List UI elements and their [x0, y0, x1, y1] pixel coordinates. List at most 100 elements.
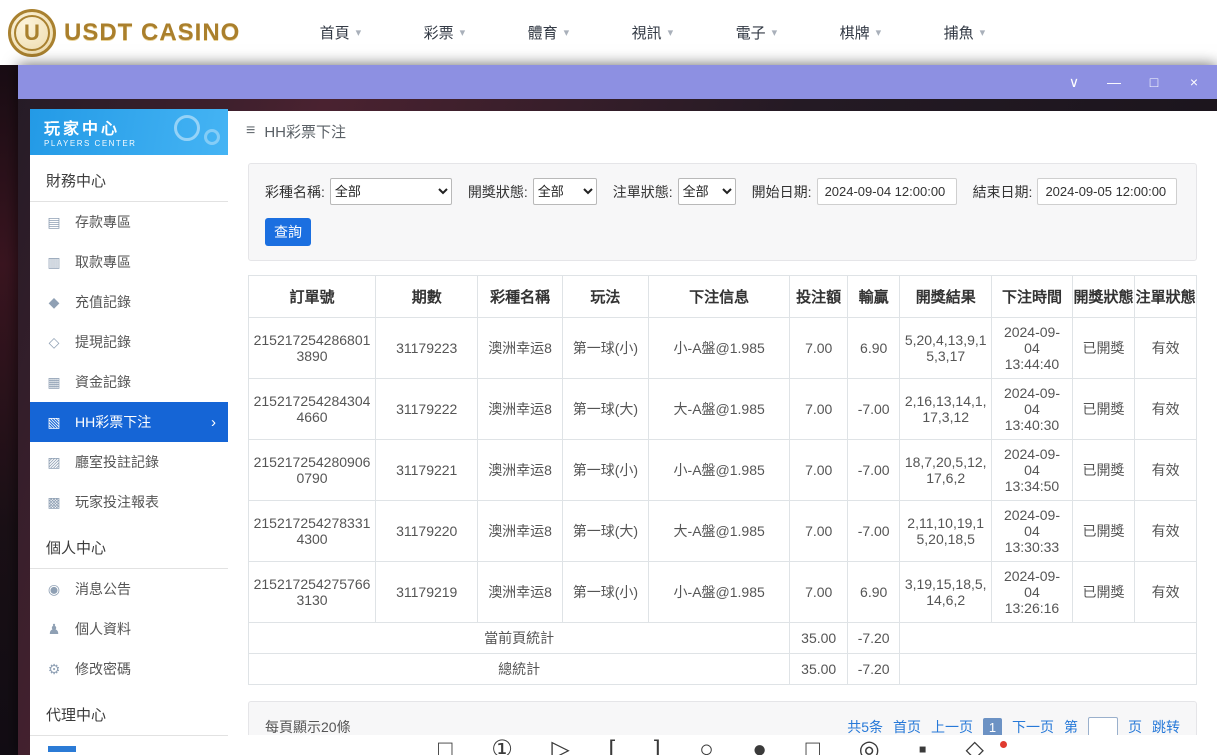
person-icon: ♟ — [46, 621, 62, 638]
sidebar-partial-item — [48, 746, 76, 752]
logo-text: USDT CASINO — [64, 19, 240, 47]
window-close-icon[interactable]: × — [1185, 75, 1203, 89]
nav-item[interactable]: 首頁 ▾ — [288, 22, 392, 43]
lottery-name-label: 彩種名稱: — [265, 182, 325, 202]
nav-item[interactable]: 電子 ▾ — [704, 22, 808, 43]
prev-page-link[interactable]: 上一页 — [931, 717, 973, 737]
draw-status-label: 開獎狀態: — [468, 182, 528, 202]
column-header: 玩法 — [562, 276, 648, 318]
cell-lottery-name: 澳洲幸运8 — [478, 379, 562, 440]
section-title-personal: 個人中心 — [30, 522, 228, 569]
lottery-bet-icon: ▧ — [46, 414, 62, 431]
page-summary-winloss: -7.20 — [848, 623, 900, 654]
cell-period: 31179219 — [376, 562, 478, 623]
sidebar-item-withdraw-area[interactable]: ▥ 取款專區 — [30, 242, 228, 282]
cell-draw-status: 已開獎 — [1072, 379, 1135, 440]
table-row: 2152172542868013890 31179223 澳洲幸运8 第一球(小… — [249, 318, 1197, 379]
player-center-window: ∨ — □ × 玩家中心 PLAYERS CENTER 財務中心 ▤ 存款專區 … — [18, 65, 1217, 755]
search-button[interactable]: 查詢 — [265, 218, 311, 246]
page-summary-row: 當前頁統計 35.00 -7.20 — [249, 623, 1197, 654]
site-logo[interactable]: U USDT CASINO — [8, 9, 240, 57]
red-dot-icon — [1000, 741, 1007, 748]
start-date-label: 開始日期: — [752, 182, 812, 202]
cell-order-no: 2152172542809060790 — [249, 440, 376, 501]
cell-order-no: 2152172542783314300 — [249, 501, 376, 562]
sidebar: 玩家中心 PLAYERS CENTER 財務中心 ▤ 存款專區 ▥ 取款專區 ◆… — [30, 109, 228, 755]
sidebar-item-hh-lottery-bets[interactable]: ▧ HH彩票下注 › — [30, 402, 228, 442]
cell-draw-status: 已開獎 — [1072, 501, 1135, 562]
cell-bet-info: 大-A盤@1.985 — [649, 379, 790, 440]
cell-period: 31179223 — [376, 318, 478, 379]
nav-item[interactable]: 視訊 ▾ — [600, 22, 704, 43]
nav-item[interactable]: 體育 ▾ — [496, 22, 600, 43]
cell-bet-info: 小-A盤@1.985 — [649, 562, 790, 623]
chevron-down-icon: ▾ — [668, 26, 674, 39]
sidebar-item-label: 修改密碼 — [75, 659, 131, 679]
cell-order-no: 2152172542757663130 — [249, 562, 376, 623]
cell-bet-amount: 7.00 — [790, 379, 848, 440]
nav-item-label: 體育 — [528, 22, 558, 43]
column-header: 期數 — [376, 276, 478, 318]
sidebar-item-announcements[interactable]: ◉ 消息公告 — [30, 569, 228, 609]
sidebar-item-label: 取款專區 — [75, 252, 131, 272]
menu-toggle-icon[interactable]: ≡ — [246, 122, 255, 140]
next-page-link[interactable]: 下一页 — [1012, 717, 1054, 737]
end-date-label: 結束日期: — [973, 182, 1033, 202]
order-status-select[interactable]: 全部 — [678, 178, 736, 205]
table-body: 2152172542868013890 31179223 澳洲幸运8 第一球(小… — [249, 318, 1197, 623]
chevron-down-icon: ▾ — [876, 26, 882, 39]
table-header-row: 訂單號期數彩種名稱玩法下注信息投注額輸贏開獎結果下注時間開獎狀態注單狀態 — [249, 276, 1197, 318]
window-minimize-icon[interactable]: — — [1105, 75, 1123, 89]
sidebar-item-fund-records[interactable]: ▦ 資金記錄 — [30, 362, 228, 402]
cell-lottery-name: 澳洲幸运8 — [478, 562, 562, 623]
deposit-icon: ▤ — [46, 214, 62, 231]
draw-status-select[interactable]: 全部 — [533, 178, 597, 205]
sidebar-item-label: 存款專區 — [75, 212, 131, 232]
table-row: 2152172542843044660 31179222 澳洲幸运8 第一球(大… — [249, 379, 1197, 440]
section-title-agent: 代理中心 — [30, 689, 228, 736]
nav-item[interactable]: 彩票 ▾ — [392, 22, 496, 43]
sidebar-item-withdrawal-records[interactable]: ◇ 提現記錄 — [30, 322, 228, 362]
nav-item[interactable]: 棋牌 ▾ — [808, 22, 912, 43]
lottery-name-select[interactable]: 全部 — [330, 178, 452, 205]
sidebar-item-room-bet-records[interactable]: ▨ 廳室投註記錄 — [30, 442, 228, 482]
sidebar-item-label: 個人資料 — [75, 619, 131, 639]
nav-item[interactable]: 捕魚 ▾ — [912, 22, 1016, 43]
end-date-input[interactable] — [1037, 178, 1177, 205]
chevron-down-icon: ▾ — [980, 26, 986, 39]
sidebar-item-player-bet-report[interactable]: ▩ 玩家投注報表 — [30, 482, 228, 522]
cell-period: 31179220 — [376, 501, 478, 562]
nav-item-label: 電子 — [736, 22, 766, 43]
window-maximize-icon[interactable]: □ — [1145, 75, 1163, 89]
gear-icon: ⚙ — [46, 661, 62, 678]
filter-panel: 彩種名稱: 全部 開獎狀態: 全部 注單狀態: 全部 — [248, 163, 1197, 261]
table-row: 2152172542757663130 31179219 澳洲幸运8 第一球(小… — [249, 562, 1197, 623]
start-date-input[interactable] — [817, 178, 957, 205]
cell-bet-amount: 7.00 — [790, 440, 848, 501]
cell-period: 31179222 — [376, 379, 478, 440]
column-header: 下注信息 — [649, 276, 790, 318]
window-collapse-icon[interactable]: ∨ — [1065, 75, 1083, 89]
first-page-link[interactable]: 首页 — [893, 717, 921, 737]
page-jump-input[interactable] — [1088, 717, 1118, 737]
nav-item-label: 捕魚 — [944, 22, 974, 43]
sidebar-item-label: 消息公告 — [75, 579, 131, 599]
page-summary-bet: 35.00 — [790, 623, 848, 654]
sidebar-item-deposit-area[interactable]: ▤ 存款專區 — [30, 202, 228, 242]
room-bet-record-icon: ▨ — [46, 454, 62, 471]
cell-order-status: 有效 — [1135, 562, 1197, 623]
column-header: 注單狀態 — [1135, 276, 1197, 318]
sidebar-item-recharge-records[interactable]: ◆ 充值記錄 — [30, 282, 228, 322]
total-summary-winloss: -7.20 — [848, 654, 900, 685]
sidebar-item-change-password[interactable]: ⚙ 修改密碼 — [30, 649, 228, 689]
jump-button[interactable]: 跳转 — [1152, 717, 1180, 737]
cell-bet-info: 小-A盤@1.985 — [649, 318, 790, 379]
cell-order-status: 有效 — [1135, 379, 1197, 440]
cell-draw-result: 2,16,13,14,1,17,3,12 — [900, 379, 992, 440]
sidebar-item-profile[interactable]: ♟ 個人資料 — [30, 609, 228, 649]
cell-win-loss: -7.00 — [848, 379, 900, 440]
window-titlebar[interactable]: ∨ — □ × — [18, 65, 1217, 99]
cell-lottery-name: 澳洲幸运8 — [478, 501, 562, 562]
sidebar-item-label: 充值記錄 — [75, 292, 131, 312]
current-page[interactable]: 1 — [983, 718, 1002, 737]
